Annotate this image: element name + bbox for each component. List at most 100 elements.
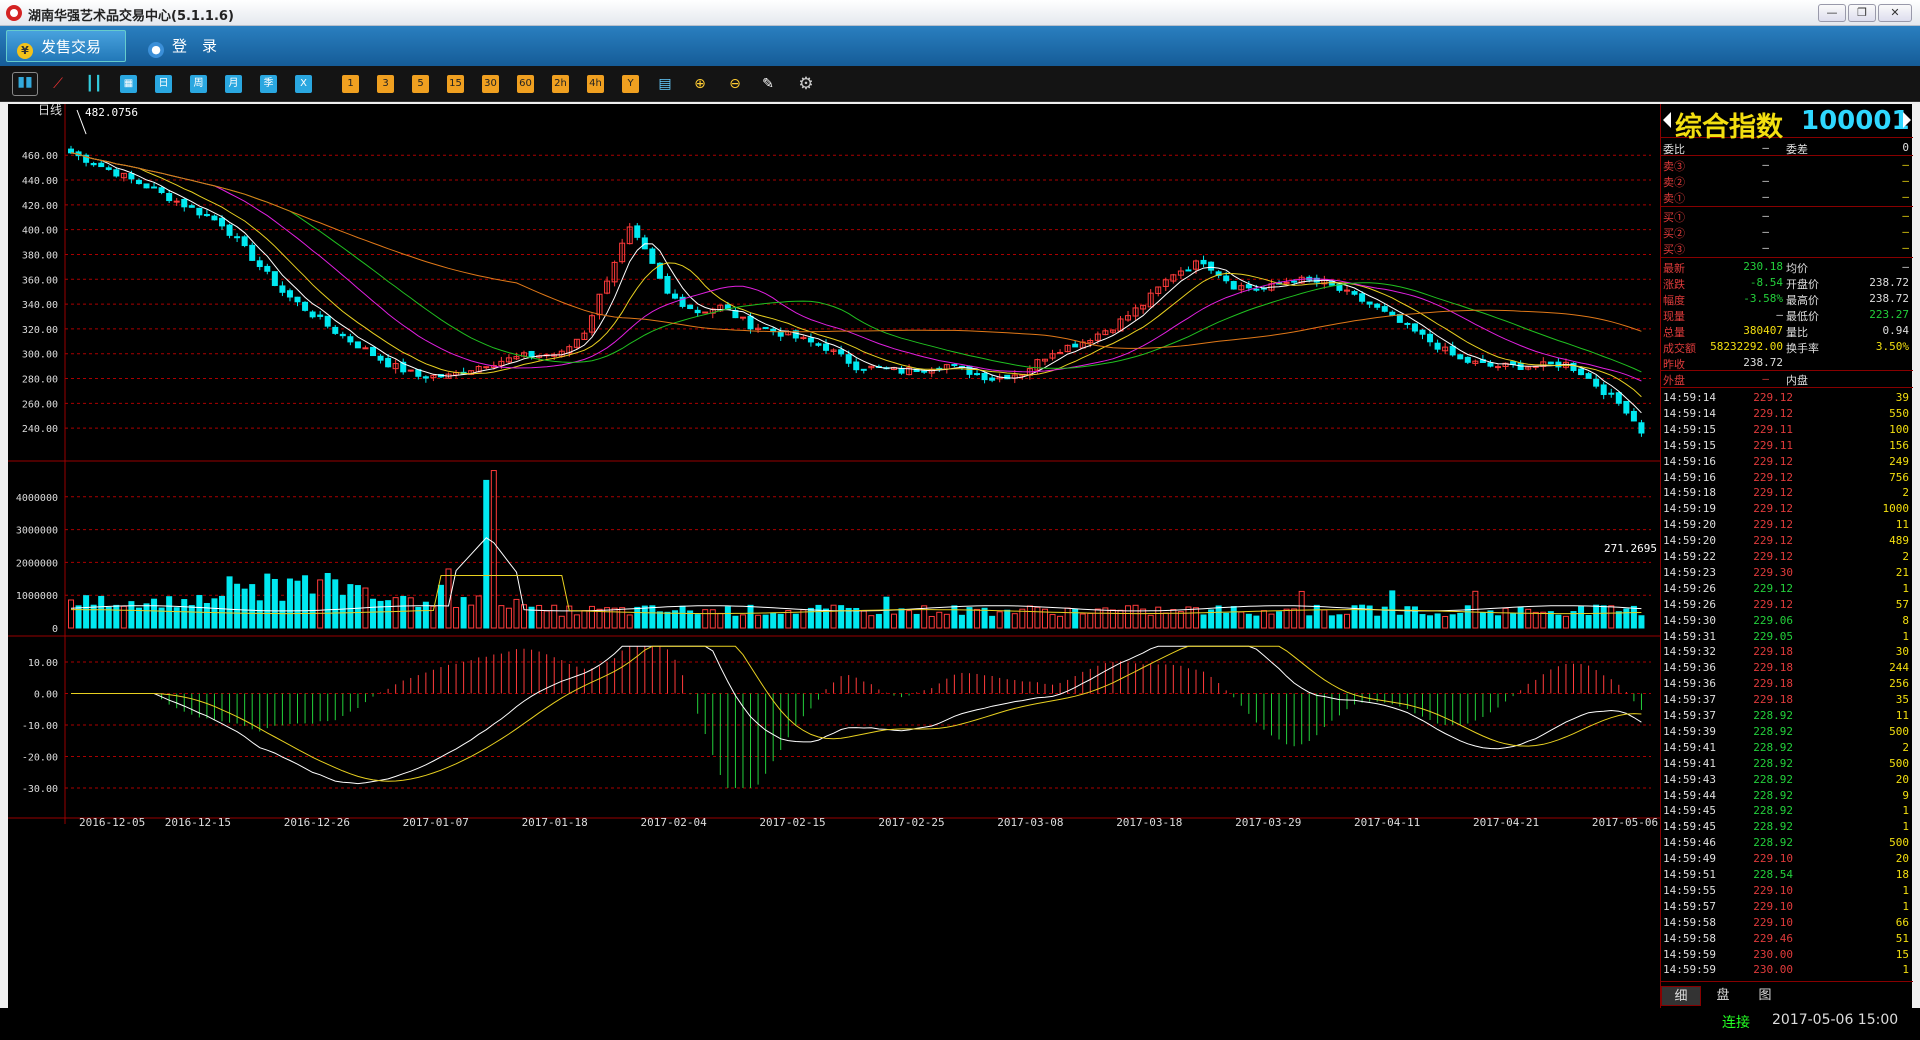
tick-price: 229.18 bbox=[1753, 693, 1793, 707]
period-15min-button[interactable]: 15 bbox=[447, 75, 464, 93]
latest-value: 230.18 bbox=[1743, 260, 1783, 273]
draw-tool-icon[interactable]: ✎ bbox=[758, 75, 778, 93]
volume-bar bbox=[1276, 611, 1283, 629]
period-label: 日线 bbox=[38, 104, 62, 117]
open-value: 238.72 bbox=[1869, 276, 1909, 289]
volume-bar bbox=[188, 605, 195, 629]
tick-volume: 1 bbox=[1902, 963, 1909, 977]
period-week-button[interactable]: 周 bbox=[190, 75, 207, 93]
tick-price: 229.12 bbox=[1753, 406, 1793, 420]
tick-volume: 8 bbox=[1902, 613, 1909, 627]
separator bbox=[1661, 387, 1913, 388]
volume-bar bbox=[505, 607, 512, 629]
volume-bar bbox=[1593, 604, 1600, 629]
period-year-button[interactable]: Y bbox=[622, 75, 639, 93]
candle-down bbox=[332, 326, 339, 334]
period-30min-button[interactable]: 30 bbox=[482, 75, 499, 93]
kline-chart-icon[interactable]: ▮▮ bbox=[12, 72, 38, 96]
zoom-out-icon[interactable]: ⊖ bbox=[725, 75, 745, 93]
tick-time: 14:59:26 bbox=[1663, 581, 1716, 595]
candle-down bbox=[211, 215, 218, 221]
volume-bar bbox=[1517, 606, 1524, 629]
volume-bar bbox=[135, 607, 142, 629]
min-price-label: 271.2695 bbox=[1604, 542, 1657, 555]
volume-bar bbox=[98, 595, 105, 629]
menu-trade-button[interactable]: ¥ 发售交易 bbox=[6, 30, 126, 62]
candle-down bbox=[377, 355, 384, 361]
period-season-button[interactable]: 季 bbox=[260, 75, 277, 93]
tick-time: 14:59:18 bbox=[1663, 486, 1716, 500]
volume-bar bbox=[573, 614, 580, 629]
prev-stock-arrow-icon[interactable] bbox=[1663, 112, 1671, 128]
price-tick-label: 240.00 bbox=[22, 424, 58, 435]
tick-price: 230.00 bbox=[1753, 947, 1793, 961]
candle-down bbox=[1487, 362, 1494, 367]
line-chart-icon[interactable]: ⟋ bbox=[48, 75, 68, 93]
volume-bar bbox=[407, 597, 414, 629]
next-stock-arrow-icon[interactable] bbox=[1903, 112, 1911, 128]
candle-down bbox=[1230, 281, 1237, 290]
macd-tick-label: 10.00 bbox=[28, 658, 58, 669]
candle-down bbox=[1185, 269, 1192, 272]
ma30-line bbox=[70, 152, 1642, 373]
period-month-button[interactable]: 月 bbox=[225, 75, 242, 93]
candle-chart-icon[interactable]: ┃┃ bbox=[84, 75, 104, 93]
settings-gear-icon[interactable]: ⚙ bbox=[796, 75, 816, 93]
period-3min-button[interactable]: 3 bbox=[377, 75, 394, 93]
tick-volume: 11 bbox=[1895, 518, 1909, 532]
minimize-button[interactable]: — bbox=[1818, 4, 1846, 22]
export-icon[interactable]: ▤ bbox=[655, 75, 675, 93]
volume-bar bbox=[1260, 610, 1267, 629]
tab-detail[interactable]: 细 bbox=[1661, 986, 1701, 1006]
tab-book[interactable]: 盘 bbox=[1703, 986, 1743, 1006]
volume-bar bbox=[1532, 611, 1539, 629]
period-60min-button[interactable]: 60 bbox=[517, 75, 534, 93]
volume-bar bbox=[1253, 615, 1260, 629]
volume-bar bbox=[1026, 605, 1033, 629]
kline-chart-area[interactable]: 日线 240.00 260.00 280.00 300.00 320.00 340.00 36… bbox=[8, 103, 1660, 1008]
volume-bar bbox=[1306, 615, 1313, 629]
candle-down bbox=[672, 293, 679, 299]
quote-panel: 综合指数 100001 委比 — 委差 0 卖③ — — 卖② — — 卖① — — 买① — — 买② — — 买③… bbox=[1660, 104, 1913, 1008]
period-5min-button[interactable]: 5 bbox=[412, 75, 429, 93]
menu-login-button[interactable]: ● 登 录 bbox=[138, 30, 248, 62]
weicha-value: 0 bbox=[1902, 141, 1909, 154]
period-4h-button[interactable]: 4h bbox=[587, 75, 604, 93]
candle-down bbox=[823, 343, 830, 351]
close-button[interactable]: ✕ bbox=[1878, 4, 1912, 22]
volume-bar bbox=[483, 479, 490, 629]
volume-tick-label: 1000000 bbox=[16, 591, 58, 602]
price-tick-label: 400.00 bbox=[22, 226, 58, 237]
ask-price: — bbox=[1762, 174, 1769, 187]
zoom-in-icon[interactable]: ⊕ bbox=[690, 75, 710, 93]
tab-chart[interactable]: 图 bbox=[1745, 986, 1785, 1006]
tick-price: 229.46 bbox=[1753, 931, 1793, 945]
side-tabs: 细 盘 图 bbox=[1661, 981, 1913, 1008]
calendar-icon[interactable]: ▦ bbox=[120, 75, 137, 93]
period-2h-button[interactable]: 2h bbox=[552, 75, 569, 93]
volume-bar bbox=[928, 615, 935, 629]
period-x-button[interactable]: X bbox=[295, 75, 312, 93]
app-logo-icon bbox=[6, 5, 22, 21]
period-day-button[interactable]: 日 bbox=[155, 75, 172, 93]
candle-up bbox=[362, 347, 369, 350]
inner-label: 内盘 bbox=[1786, 374, 1808, 387]
period-1min-button[interactable]: 1 bbox=[342, 75, 359, 93]
date-tick-label: 2016-12-05 bbox=[79, 816, 145, 829]
volume-tick-label: 4000000 bbox=[16, 493, 58, 504]
volume-bar bbox=[1464, 605, 1471, 629]
date-tick-label: 2017-03-18 bbox=[1116, 816, 1182, 829]
volume-bar bbox=[302, 575, 309, 629]
date-tick-label: 2017-01-18 bbox=[522, 816, 588, 829]
candle-down bbox=[1396, 314, 1403, 323]
low-value: 223.27 bbox=[1869, 308, 1909, 321]
volume-bar bbox=[1132, 604, 1139, 629]
tick-volume: 500 bbox=[1889, 724, 1909, 738]
macd-tick-label: -10.00 bbox=[22, 721, 58, 732]
volume-bar bbox=[913, 613, 920, 629]
tick-volume: 20 bbox=[1895, 772, 1909, 786]
volume-bar bbox=[90, 604, 97, 629]
tick-volume: 2 bbox=[1902, 550, 1909, 563]
price-tick-label: 380.00 bbox=[22, 250, 58, 261]
maximize-button[interactable]: ❐ bbox=[1848, 4, 1876, 22]
